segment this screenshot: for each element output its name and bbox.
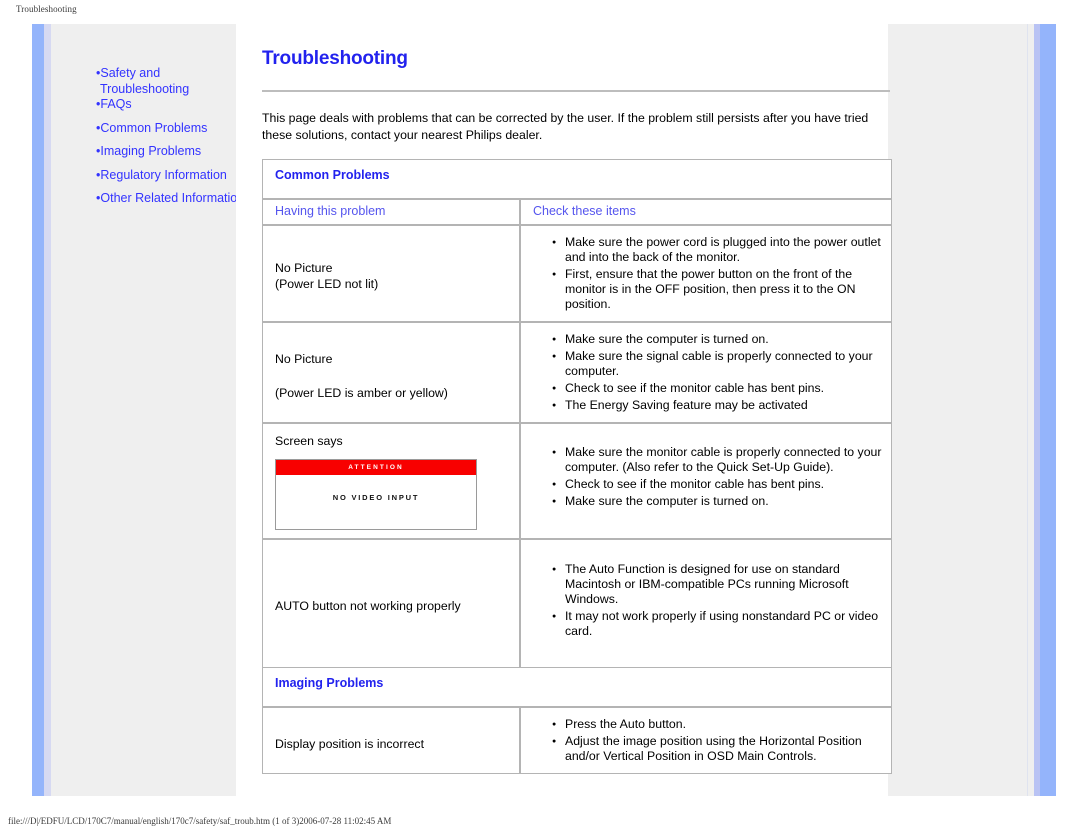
- checks-list: Make sure the computer is turned on. Mak…: [521, 332, 891, 413]
- column-header-problem: Having this problem: [275, 204, 386, 218]
- problem-cell: Display position is incorrect: [262, 707, 520, 774]
- problem-cell: Screen says ATTENTION NO VIDEO INPUT: [262, 423, 520, 539]
- section-heading: Common Problems: [275, 168, 390, 182]
- print-header-title: Troubleshooting: [16, 4, 77, 14]
- common-problems-table: Common Problems Having this problem Chec…: [262, 159, 893, 668]
- section-header-cell: Imaging Problems: [262, 667, 893, 707]
- sidebar-item-label: Imaging Problems: [100, 144, 202, 158]
- content-column: Troubleshooting This page deals with pro…: [236, 24, 914, 774]
- checks-cell: Make sure the power cord is plugged into…: [520, 225, 893, 322]
- problem-label-sub: (Power LED not lit): [275, 277, 379, 291]
- sidebar-item-label: Regulatory Information: [100, 167, 227, 182]
- osd-attention-graphic: ATTENTION NO VIDEO INPUT: [275, 459, 477, 530]
- right-blue-gutter: [1040, 24, 1056, 796]
- section-header-cell: Common Problems: [262, 159, 893, 199]
- title-divider: [262, 90, 890, 92]
- osd-attention-bar: ATTENTION: [276, 460, 476, 475]
- checks-cell: Make sure the monitor cable is properly …: [520, 423, 893, 539]
- problem-cell: No Picture (Power LED not lit): [262, 225, 520, 322]
- checks-cell: Make sure the computer is turned on. Mak…: [520, 322, 893, 423]
- checks-list: Press the Auto button. Adjust the image …: [521, 717, 891, 764]
- list-item: The Auto Function is designed for use on…: [552, 562, 891, 607]
- list-item: Make sure the monitor cable is properly …: [552, 445, 891, 475]
- table-row: Screen says ATTENTION NO VIDEO INPUT Mak…: [262, 423, 893, 539]
- column-header-problem-cell: Having this problem: [262, 199, 520, 225]
- table-row: Display position is incorrect Press the …: [262, 707, 893, 774]
- list-item: Check to see if the monitor cable has be…: [552, 381, 891, 396]
- problem-label: No Picture: [275, 352, 333, 366]
- table-row: No Picture (Power LED not lit) Make sure…: [262, 225, 893, 322]
- page-title: Troubleshooting: [262, 48, 408, 69]
- table-section-header-row: Imaging Problems: [262, 667, 893, 707]
- list-item: Adjust the image position using the Hori…: [552, 734, 891, 764]
- table-row: No Picture (Power LED is amber or yellow…: [262, 322, 893, 423]
- checks-cell: The Auto Function is designed for use on…: [520, 539, 893, 668]
- status-bar-url: file:///D|/EDFU/LCD/170C7/manual/english…: [8, 816, 392, 826]
- table-row: AUTO button not working properly The Aut…: [262, 539, 893, 668]
- list-item: It may not work properly if using nonsta…: [552, 609, 891, 639]
- checks-list: The Auto Function is designed for use on…: [521, 562, 891, 639]
- right-gutter-hairline: [1027, 24, 1028, 796]
- sidebar-item-label: Safety and: [100, 66, 161, 80]
- list-item: Make sure the computer is turned on.: [552, 332, 891, 347]
- table-column-header-row: Having this problem Check these items: [262, 199, 893, 225]
- problem-label: Screen says: [275, 434, 343, 448]
- intro-paragraph: This page deals with problems that can b…: [262, 111, 869, 142]
- problem-label: Display position is incorrect: [275, 737, 424, 751]
- sidebar-item-label: Other Related Information: [100, 191, 245, 205]
- sidebar-item-label: FAQs: [100, 97, 132, 111]
- document-page: •Safety and Troubleshooting •FAQs •Commo…: [24, 24, 1056, 796]
- list-item: Press the Auto button.: [552, 717, 891, 732]
- problem-label: No Picture: [275, 261, 333, 275]
- problem-cell: AUTO button not working properly: [262, 539, 520, 668]
- list-item: First, ensure that the power button on t…: [552, 267, 891, 312]
- checks-cell: Press the Auto button. Adjust the image …: [520, 707, 893, 774]
- left-blue-gutter: [32, 24, 44, 796]
- osd-message: NO VIDEO INPUT: [332, 493, 420, 502]
- list-item: Make sure the signal cable is properly c…: [552, 349, 891, 379]
- section-heading: Imaging Problems: [275, 676, 384, 690]
- problem-cell: No Picture (Power LED is amber or yellow…: [262, 322, 520, 423]
- left-gutter-fade: [44, 24, 51, 796]
- sidebar-item-label: Common Problems: [100, 120, 208, 135]
- table-section-header-row: Common Problems: [262, 159, 893, 199]
- list-item: The Energy Saving feature may be activat…: [552, 398, 891, 413]
- problem-label-sub: (Power LED is amber or yellow): [275, 386, 448, 400]
- content-area: Troubleshooting This page deals with pro…: [236, 24, 1056, 796]
- problem-label: AUTO button not working properly: [275, 599, 461, 613]
- sidebar: •Safety and Troubleshooting •FAQs •Commo…: [51, 24, 244, 796]
- checks-list: Make sure the power cord is plugged into…: [521, 235, 891, 312]
- list-item: Make sure the computer is turned on.: [552, 494, 891, 509]
- list-item: Make sure the power cord is plugged into…: [552, 235, 891, 265]
- list-item: Check to see if the monitor cable has be…: [552, 477, 891, 492]
- column-header-checks-cell: Check these items: [520, 199, 893, 225]
- column-header-checks: Check these items: [533, 204, 636, 218]
- imaging-problems-table: Imaging Problems Display position is inc…: [262, 667, 893, 774]
- checks-list: Make sure the monitor cable is properly …: [521, 445, 891, 509]
- osd-body: NO VIDEO INPUT: [276, 475, 476, 529]
